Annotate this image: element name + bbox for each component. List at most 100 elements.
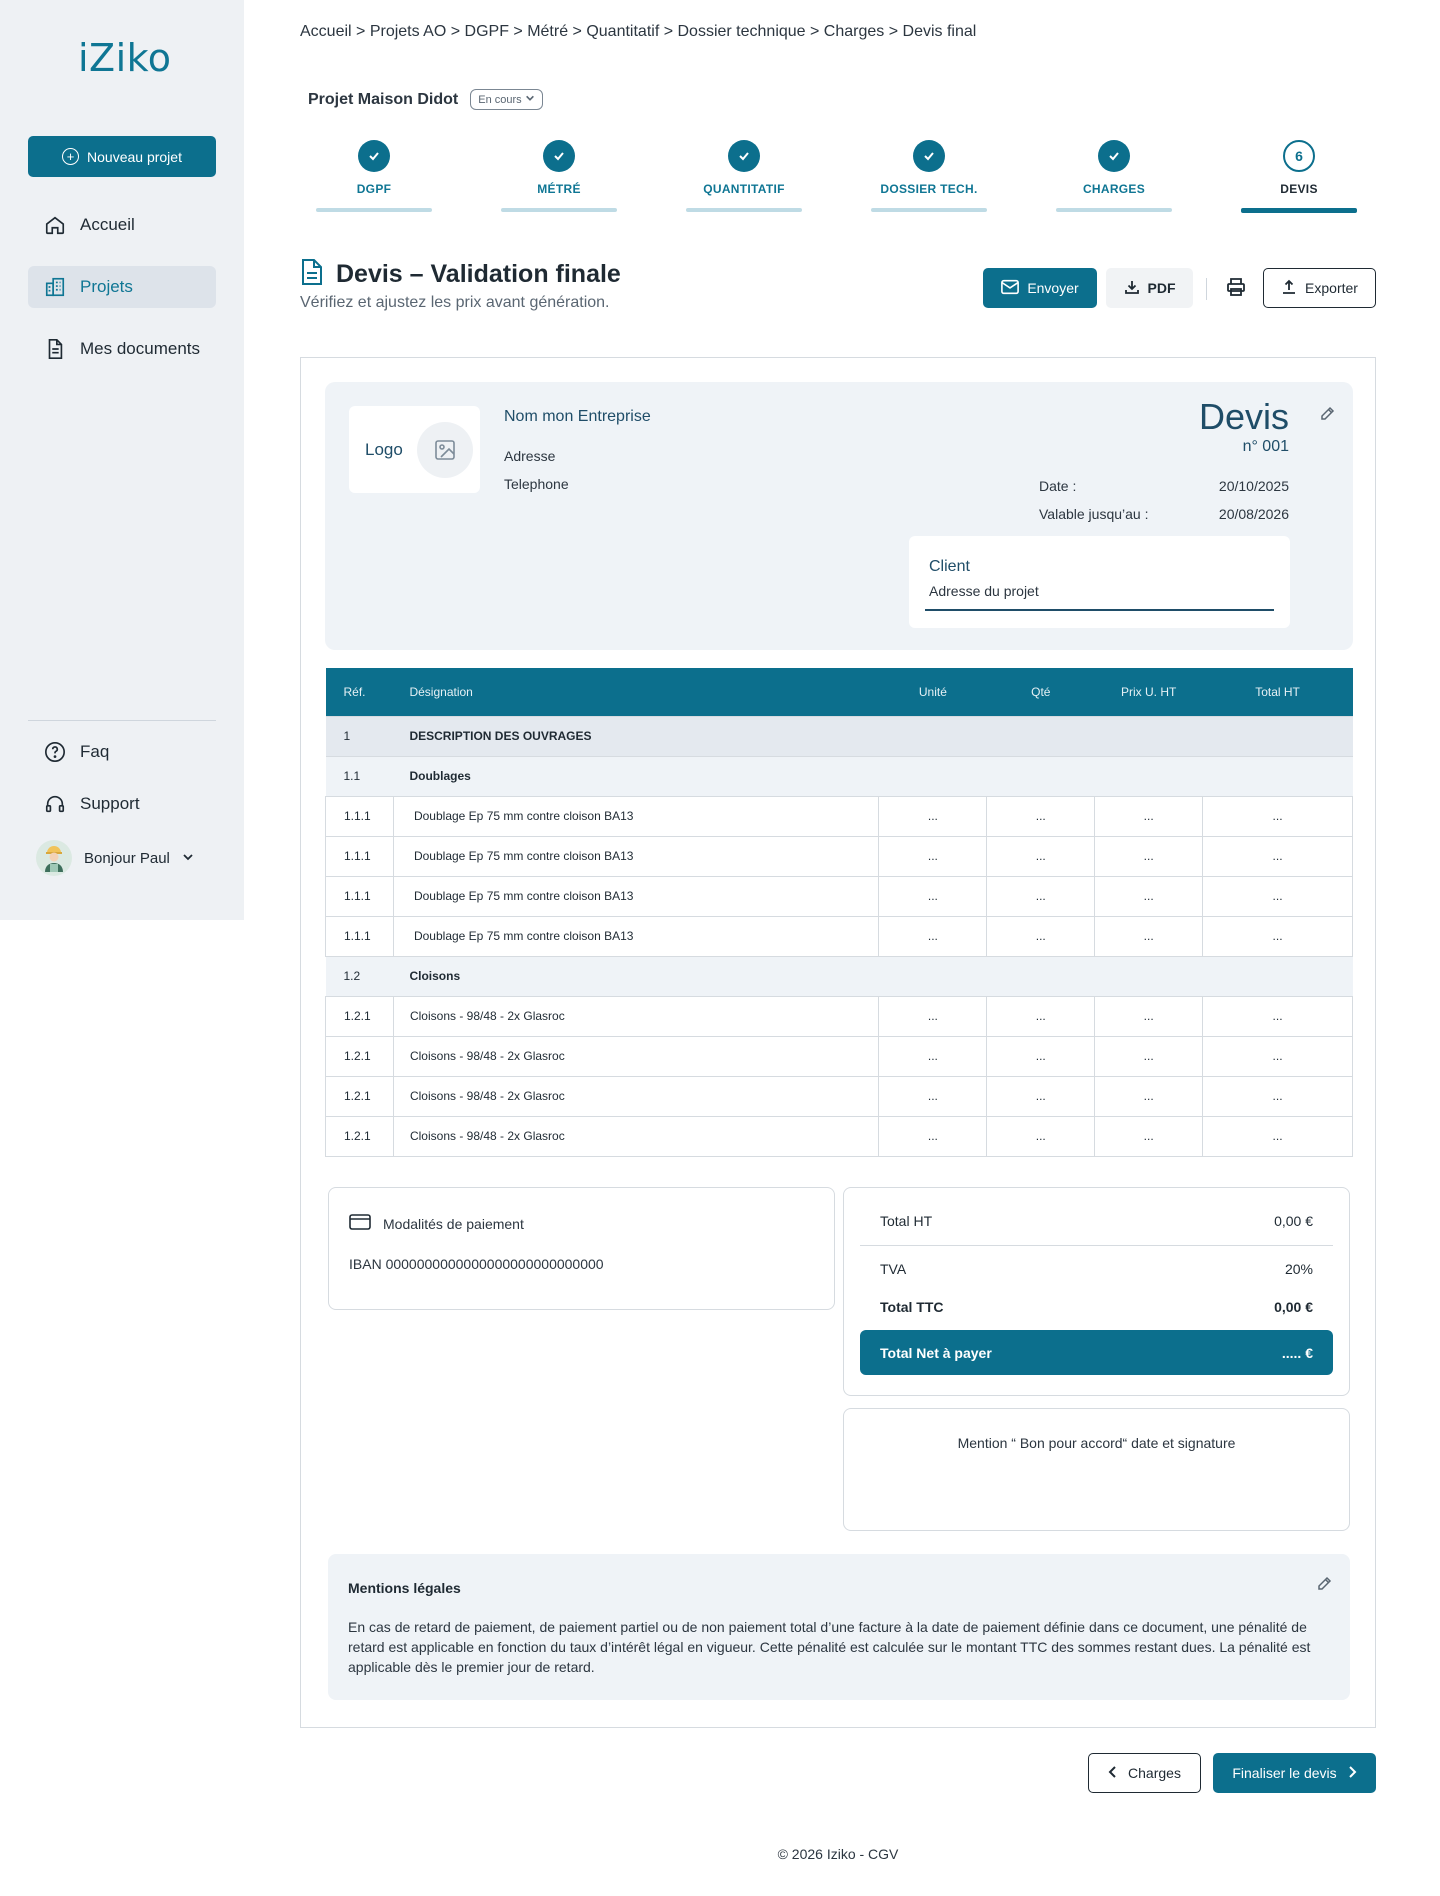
row-qty[interactable]: ...	[986, 995, 1096, 1037]
step-bar	[686, 208, 802, 212]
company-phone[interactable]: Telephone	[504, 476, 651, 492]
company-name[interactable]: Nom mon Entreprise	[504, 408, 651, 426]
row-qty[interactable]: ...	[986, 835, 1096, 877]
row-price[interactable]: ...	[1094, 875, 1204, 917]
nav-item-support[interactable]: Support	[28, 783, 216, 825]
row-unit[interactable]: ...	[878, 915, 988, 957]
check-icon	[358, 140, 390, 172]
breadcrumb[interactable]: Accueil > Projets AO > DGPF > Métré > Qu…	[300, 23, 976, 41]
section-label: DESCRIPTION DES OUVRAGES	[393, 715, 1353, 757]
project-header: Projet Maison Didot En cours	[308, 89, 543, 110]
group-row: 1.1 Doublages	[325, 755, 1353, 797]
total-ht-value: 0,00 €	[1274, 1213, 1313, 1229]
total-ttc-value: 0,00 €	[1274, 1299, 1313, 1315]
previous-step-label: Charges	[1128, 1765, 1181, 1781]
row-qty[interactable]: ...	[986, 875, 1096, 917]
table-row: 1.2.1 Cloisons - 98/48 - 2x Glasroc ... …	[325, 1115, 1353, 1157]
payment-title: Modalités de paiement	[383, 1215, 524, 1232]
group-label: Doublages	[393, 755, 1353, 797]
tva-row: TVA 20%	[880, 1261, 1313, 1277]
export-button[interactable]: Exporter	[1263, 268, 1376, 308]
signature-box[interactable]: Mention “ Bon pour accord“ date et signa…	[843, 1408, 1350, 1531]
check-icon	[1098, 140, 1130, 172]
footer[interactable]: © 2026 Iziko - CGV	[0, 1846, 1440, 1862]
new-project-button[interactable]: + Nouveau projet	[28, 136, 216, 177]
step-metre[interactable]: MÉTRÉ	[501, 140, 617, 212]
print-button[interactable]	[1220, 268, 1252, 308]
row-unit[interactable]: ...	[878, 1115, 988, 1157]
row-total: ...	[1202, 795, 1353, 837]
sidebar: iZiko + Nouveau projet Accueil Projets M…	[0, 0, 244, 920]
send-button[interactable]: Envoyer	[983, 268, 1097, 308]
check-icon	[913, 140, 945, 172]
toolbar-divider	[1206, 278, 1207, 300]
company-address[interactable]: Adresse	[504, 448, 651, 464]
status-dropdown[interactable]: En cours	[470, 89, 543, 110]
row-qty[interactable]: ...	[986, 1075, 1096, 1117]
row-designation[interactable]: Cloisons - 98/48 - 2x Glasroc	[392, 995, 880, 1037]
edit-pencil-icon[interactable]	[1319, 406, 1337, 424]
step-bar	[316, 208, 432, 212]
row-price[interactable]: ...	[1094, 1075, 1204, 1117]
row-unit[interactable]: ...	[878, 1075, 988, 1117]
table-row: 1.1.1 Doublage Ep 75 mm contre cloison B…	[325, 915, 1353, 957]
step-dgpf[interactable]: DGPF	[316, 140, 432, 212]
row-designation[interactable]: Cloisons - 98/48 - 2x Glasroc	[392, 1115, 880, 1157]
row-total: ...	[1202, 1035, 1353, 1077]
row-price[interactable]: ...	[1094, 835, 1204, 877]
valid-until-value[interactable]: 20/08/2026	[1219, 506, 1289, 522]
client-field[interactable]: Client Adresse du projet	[909, 536, 1290, 628]
step-dossier-tech[interactable]: DOSSIER TECH.	[871, 140, 987, 212]
row-price[interactable]: ...	[1094, 1115, 1204, 1157]
row-designation[interactable]: Doublage Ep 75 mm contre cloison BA13	[392, 835, 880, 877]
table-row: 1.1.1 Doublage Ep 75 mm contre cloison B…	[325, 795, 1353, 837]
row-qty[interactable]: ...	[986, 1115, 1096, 1157]
pdf-button[interactable]: PDF	[1106, 268, 1193, 308]
row-price[interactable]: ...	[1094, 795, 1204, 837]
iban-field[interactable]: IBAN 0000000000000000000000000000	[349, 1256, 604, 1272]
row-price[interactable]: ...	[1094, 915, 1204, 957]
date-value[interactable]: 20/10/2025	[1219, 478, 1289, 494]
app-logo[interactable]: iZiko	[78, 36, 172, 80]
nav-item-faq[interactable]: Faq	[28, 731, 216, 773]
tva-value[interactable]: 20%	[1285, 1261, 1313, 1277]
nav-item-projects[interactable]: Projets	[28, 266, 216, 308]
row-unit[interactable]: ...	[878, 1035, 988, 1077]
row-designation[interactable]: Doublage Ep 75 mm contre cloison BA13	[392, 915, 880, 957]
row-qty[interactable]: ...	[986, 795, 1096, 837]
legal-mentions: Mentions légales En cas de retard de pai…	[328, 1554, 1350, 1700]
step-charges[interactable]: CHARGES	[1056, 140, 1172, 212]
send-label: Envoyer	[1027, 280, 1079, 296]
previous-step-button[interactable]: Charges	[1088, 1753, 1201, 1793]
file-text-icon	[300, 258, 324, 291]
step-devis[interactable]: 6 DEVIS	[1241, 140, 1357, 213]
row-designation[interactable]: Doublage Ep 75 mm contre cloison BA13	[392, 795, 880, 837]
legal-title: Mentions légales	[348, 1580, 461, 1596]
step-quantitatif[interactable]: QUANTITATIF	[686, 140, 802, 212]
edit-pencil-icon[interactable]	[1316, 1576, 1334, 1594]
page-subtitle: Vérifiez et ajustez les prix avant génér…	[300, 294, 610, 311]
nav-item-documents[interactable]: Mes documents	[28, 328, 216, 370]
signature-mention: Mention “ Bon pour accord“ date et signa…	[957, 1435, 1236, 1451]
row-qty[interactable]: ...	[986, 1035, 1096, 1077]
page-heading: Devis – Validation finale	[336, 260, 621, 288]
row-qty[interactable]: ...	[986, 915, 1096, 957]
nav-item-home[interactable]: Accueil	[28, 204, 216, 246]
building-icon	[44, 276, 66, 298]
pdf-label: PDF	[1147, 280, 1176, 296]
row-designation[interactable]: Cloisons - 98/48 - 2x Glasroc	[392, 1035, 880, 1077]
valid-until-label: Valable jusqu’au :	[1039, 506, 1149, 522]
row-price[interactable]: ...	[1094, 995, 1204, 1037]
help-circle-icon	[44, 741, 66, 763]
row-designation[interactable]: Doublage Ep 75 mm contre cloison BA13	[392, 875, 880, 917]
row-unit[interactable]: ...	[878, 835, 988, 877]
row-unit[interactable]: ...	[878, 995, 988, 1037]
credit-card-icon	[349, 1214, 371, 1233]
row-unit[interactable]: ...	[878, 795, 988, 837]
row-price[interactable]: ...	[1094, 1035, 1204, 1077]
row-unit[interactable]: ...	[878, 875, 988, 917]
row-designation[interactable]: Cloisons - 98/48 - 2x Glasroc	[392, 1075, 880, 1117]
finalize-button[interactable]: Finaliser le devis	[1213, 1753, 1376, 1793]
logo-upload[interactable]: Logo	[349, 406, 480, 493]
user-menu[interactable]: Bonjour Paul	[36, 840, 194, 876]
